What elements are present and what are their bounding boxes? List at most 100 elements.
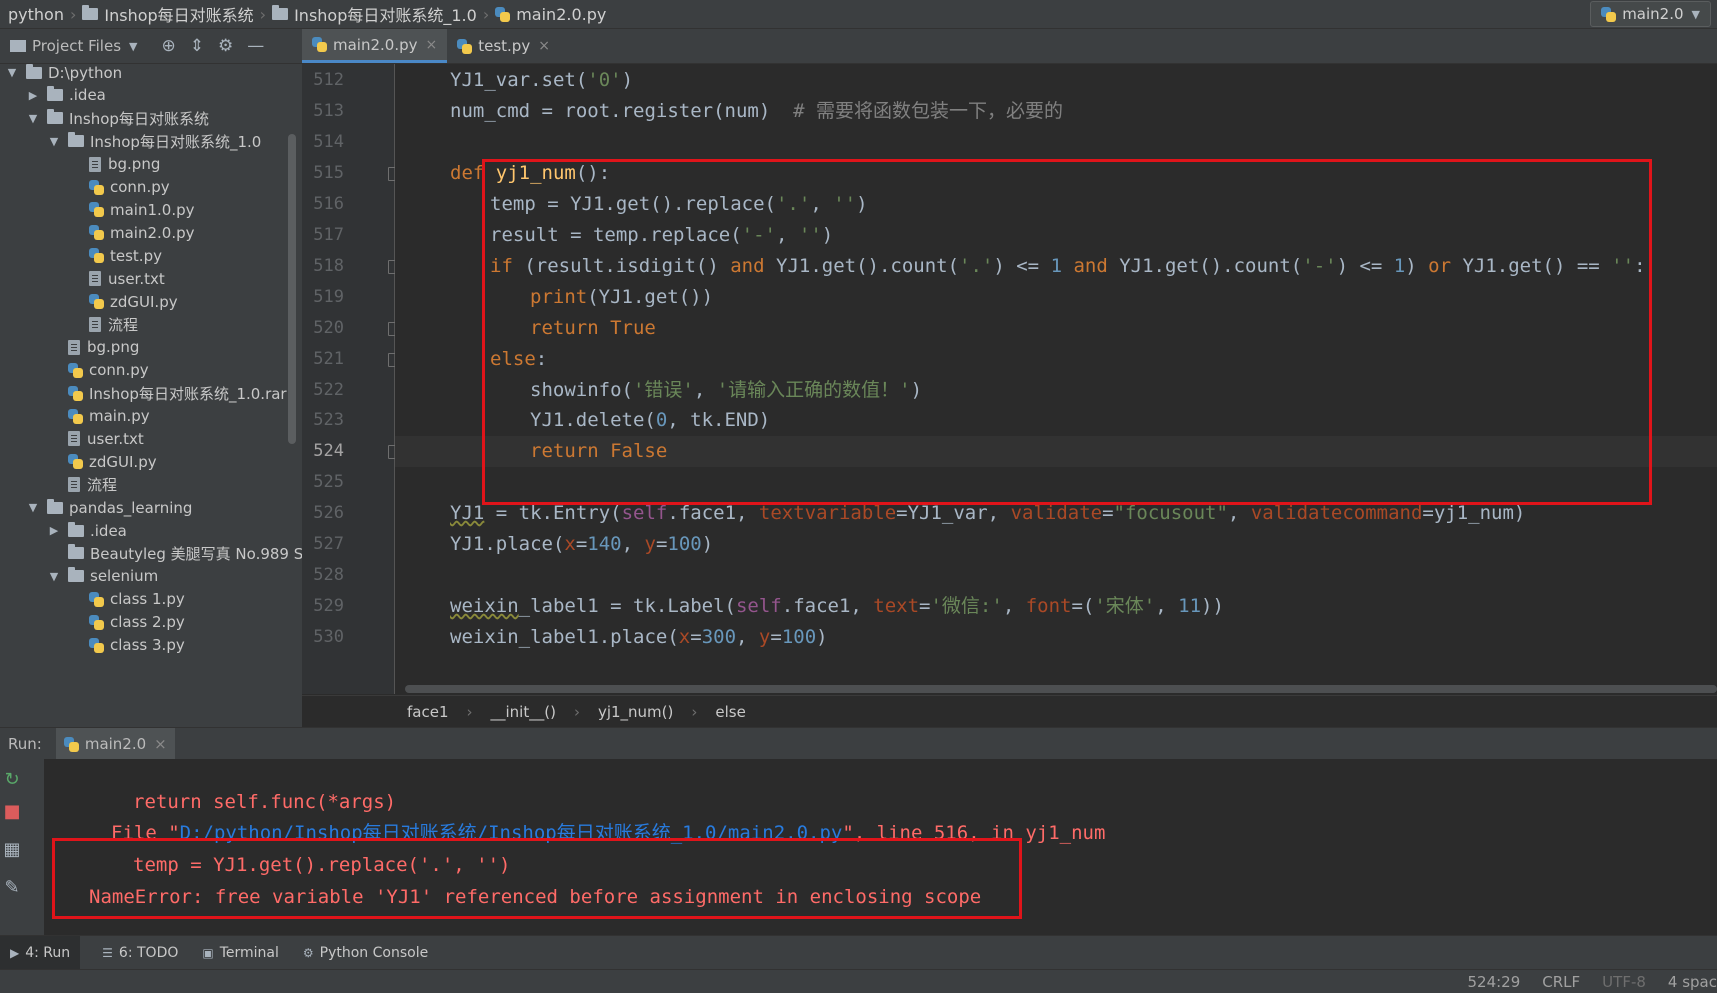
tool-window-tab[interactable]: ☰ 6: TODO — [102, 945, 178, 961]
tree-item[interactable]: user.txt — [48, 427, 144, 450]
line-number[interactable]: 523 — [308, 405, 344, 436]
code-breadcrumb-item[interactable]: __init__() — [491, 703, 556, 721]
line-number[interactable]: 525 — [308, 467, 344, 498]
gear-icon[interactable]: ⚙ — [218, 36, 233, 56]
collapse-arrow-icon[interactable]: ▶ — [27, 89, 39, 102]
indent-setting[interactable]: 4 spac — [1668, 973, 1717, 991]
code-breadcrumb-item[interactable]: else — [715, 703, 745, 721]
editor-tab[interactable]: test.py × — [447, 29, 560, 63]
line-number[interactable]: 520 — [308, 313, 344, 344]
line-number[interactable]: 522 — [308, 375, 344, 406]
line-number[interactable]: 515 — [308, 158, 344, 189]
tree-item[interactable]: class 1.py — [69, 588, 185, 611]
file-encoding[interactable]: UTF-8 — [1602, 973, 1646, 991]
tool-window-tab[interactable]: ▣ Terminal — [202, 945, 279, 961]
tree-item[interactable]: class 3.py — [69, 634, 185, 657]
pin-icon[interactable]: ✎ — [0, 877, 30, 898]
tree-item[interactable]: ▼ D:\python — [6, 64, 122, 84]
line-number[interactable]: 528 — [308, 560, 344, 591]
layout-icon[interactable]: ▦ — [0, 839, 30, 860]
code-token: font — [1025, 595, 1072, 618]
tree-item[interactable]: ▼ selenium — [48, 565, 158, 588]
tree-item[interactable]: Inshop每日对账系统_1.0.rar — [48, 382, 287, 405]
breadcrumb-item[interactable]: python — [8, 5, 64, 24]
breadcrumb-item[interactable]: Inshop每日对账系统 — [82, 2, 254, 26]
tree-item[interactable]: zdGUI.py — [69, 290, 178, 313]
tree-item[interactable]: ▼ Inshop每日对账系统 — [27, 107, 209, 130]
expand-arrow-icon[interactable]: ▼ — [48, 570, 60, 583]
chevron-down-icon[interactable]: ▼ — [129, 40, 137, 53]
code-breadcrumb-item[interactable]: yj1_num() — [598, 703, 673, 721]
tool-window-tab[interactable]: ▶ 4: Run — [0, 936, 81, 970]
close-icon[interactable]: × — [538, 38, 550, 54]
tool-window-tab[interactable]: ⚙ Python Console — [303, 945, 428, 961]
line-number[interactable]: 513 — [308, 96, 344, 127]
tree-item[interactable]: ▶ .idea — [48, 519, 127, 542]
tree-item[interactable]: user.txt — [69, 267, 165, 290]
line-number[interactable]: 516 — [308, 189, 344, 220]
tree-item[interactable]: 流程 — [48, 473, 117, 496]
code-breadcrumb-item[interactable]: face1 — [407, 703, 449, 721]
line-number[interactable]: 519 — [308, 282, 344, 313]
breadcrumb-item[interactable]: main2.0.py — [495, 5, 606, 24]
tree-item[interactable]: ▼ pandas_learning — [27, 496, 192, 519]
breadcrumb-item[interactable]: Inshop每日对账系统_1.0 — [272, 2, 477, 26]
code-token: =( — [1071, 595, 1095, 618]
line-number[interactable]: 518 — [308, 251, 344, 282]
editor-tab-bar: main2.0.py × test.py × — [302, 29, 1717, 64]
tree-item[interactable]: class 2.py — [69, 611, 185, 634]
chevron-down-icon: ▼ — [1691, 7, 1700, 21]
tree-item[interactable]: ▼ Inshop每日对账系统_1.0 — [48, 130, 261, 153]
code-token: .face1, — [781, 595, 874, 618]
breadcrumb-separator-icon: › — [69, 4, 77, 24]
line-number[interactable]: 530 — [308, 622, 344, 653]
tree-item[interactable]: ▶ .idea — [27, 84, 106, 107]
editor-tab-label: main2.0.py — [333, 35, 418, 54]
sidebar-scrollbar[interactable] — [288, 134, 296, 444]
tree-item[interactable]: main.py — [48, 405, 150, 428]
line-number[interactable]: 524 — [308, 436, 344, 467]
close-icon[interactable]: × — [154, 735, 167, 753]
tree-item-label: main.py — [89, 407, 150, 425]
tree-item[interactable]: zdGUI.py — [48, 450, 157, 473]
expand-arrow-icon[interactable]: ▼ — [27, 112, 39, 125]
tree-item[interactable]: bg.png — [48, 336, 139, 359]
collapse-arrow-icon[interactable]: ▶ — [48, 524, 60, 537]
line-number[interactable]: 521 — [308, 344, 344, 375]
expand-arrow-icon[interactable]: ▼ — [6, 66, 18, 79]
line-separator[interactable]: CRLF — [1542, 973, 1580, 991]
stop-icon[interactable]: ■ — [0, 801, 30, 822]
tree-item[interactable]: Beautyleg 美腿写真 No.989 Sa — [48, 542, 302, 565]
locate-file-icon[interactable]: ⊕ — [161, 36, 175, 56]
tree-item[interactable]: 流程 — [69, 313, 138, 336]
expand-arrow-icon[interactable]: ▼ — [27, 501, 39, 514]
line-number[interactable]: 512 — [308, 65, 344, 96]
tree-item[interactable]: bg.png — [69, 153, 160, 176]
expand-arrow-icon[interactable]: ▼ — [48, 135, 60, 148]
tree-item[interactable]: test.py — [69, 244, 162, 267]
hide-panel-icon[interactable]: — — [247, 36, 264, 56]
caret-position[interactable]: 524:29 — [1468, 973, 1521, 991]
line-number[interactable]: 527 — [308, 529, 344, 560]
line-number[interactable]: 514 — [308, 127, 344, 158]
line-number[interactable]: 526 — [308, 498, 344, 529]
editor-tab[interactable]: main2.0.py × — [302, 29, 448, 63]
line-number[interactable]: 517 — [308, 220, 344, 251]
breadcrumb-label: Inshop每日对账系统 — [104, 6, 254, 25]
tree-item[interactable]: conn.py — [48, 359, 149, 382]
line-number[interactable]: 529 — [308, 591, 344, 622]
run-tab[interactable]: main2.0 × — [55, 728, 175, 760]
editor-horizontal-scrollbar[interactable] — [405, 685, 1717, 693]
code-token: = — [690, 626, 702, 649]
run-configuration-dropdown[interactable]: main2.0 ▼ — [1590, 1, 1711, 27]
close-icon[interactable]: × — [426, 37, 438, 53]
project-view-selector[interactable]: Project Files — [32, 37, 121, 55]
tree-item[interactable]: conn.py — [69, 176, 170, 199]
tree-item[interactable]: main2.0.py — [69, 221, 195, 244]
annotation-highlight-box — [482, 159, 1652, 505]
tree-item[interactable]: main1.0.py — [69, 198, 195, 221]
rerun-icon[interactable]: ↻ — [0, 769, 30, 790]
console-line: return self.func(*args) — [133, 791, 397, 813]
folder-icon — [47, 498, 63, 514]
collapse-all-icon[interactable]: ⇕ — [190, 36, 204, 56]
